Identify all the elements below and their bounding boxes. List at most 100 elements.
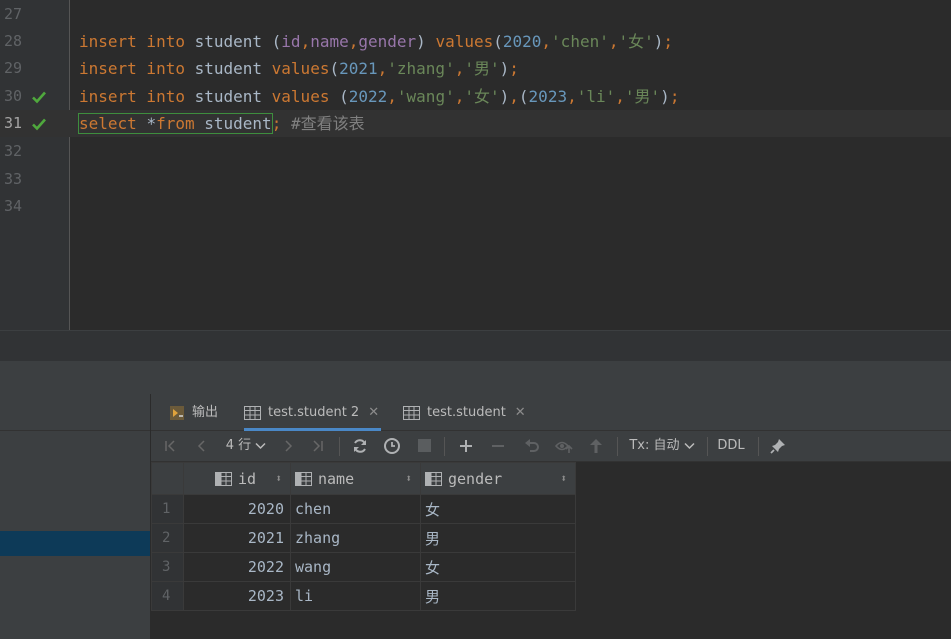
chevron-down-icon [684, 442, 695, 449]
sort-icon[interactable]: ⬍ [560, 472, 567, 485]
cell-gender[interactable]: 男 [420, 581, 576, 611]
tab-output[interactable]: 输出 [169, 394, 218, 431]
panel-header-strip [0, 361, 951, 394]
toolbar-divider [444, 437, 445, 456]
results-toolbar: 4 行 Tx: 自动 DDL [151, 431, 951, 462]
cell-gender[interactable]: 男 [420, 523, 576, 553]
header-row: id ⬍ name ⬍ gender ⬍ [151, 462, 576, 495]
line-number: 27 [3, 5, 22, 23]
submit-button[interactable] [585, 431, 607, 461]
row-number: 2 [151, 523, 184, 553]
column-icon [295, 471, 312, 486]
editor-line[interactable]: 27 [0, 1, 951, 28]
cell-name[interactable]: li [290, 581, 421, 611]
editor-line[interactable]: 33 [0, 166, 951, 193]
editor-line[interactable]: 29 insert into student values(2021,'zhan… [0, 55, 951, 82]
cell-gender[interactable]: 女 [420, 552, 576, 582]
sort-icon[interactable]: ⬍ [275, 472, 282, 485]
line-number: 28 [3, 32, 22, 50]
previous-page-button[interactable] [191, 431, 213, 461]
plus-icon [460, 439, 472, 452]
refresh-button[interactable] [349, 431, 371, 461]
row-number: 4 [151, 581, 184, 611]
results-grid[interactable]: id ⬍ name ⬍ gender ⬍ 1 2020 chen 女 2 202… [151, 462, 951, 639]
add-row-button[interactable] [455, 431, 477, 461]
cell-name[interactable]: zhang [290, 523, 421, 553]
close-icon[interactable]: ✕ [368, 405, 379, 420]
line-number: 31 [3, 114, 22, 132]
table-row[interactable]: 2 2021 zhang 男 [151, 523, 576, 553]
editor-line[interactable]: 34 [0, 193, 951, 220]
minus-icon [492, 444, 504, 447]
chevron-down-icon [255, 442, 266, 449]
toolbar-divider [707, 437, 708, 456]
cell-id[interactable]: 2020 [183, 494, 291, 524]
tab-test-student-2[interactable]: test.student 2 ✕ [244, 394, 382, 431]
cell-id[interactable]: 2022 [183, 552, 291, 582]
editor-line[interactable]: 28 insert into student (id,name,gender) … [0, 28, 951, 55]
first-page-button[interactable] [159, 431, 181, 461]
table-row[interactable]: 3 2022 wang 女 [151, 552, 576, 582]
code-text[interactable]: select *from student; #查看该表 [78, 110, 365, 137]
table-row[interactable]: 1 2020 chen 女 [151, 494, 576, 524]
line-number: 32 [3, 142, 22, 160]
table-icon [244, 405, 261, 420]
code-text[interactable]: insert into student (id,name,gender) val… [79, 28, 673, 55]
check-icon [32, 91, 46, 104]
row-number-header [151, 462, 184, 495]
tx-mode-dropdown[interactable]: Tx: 自动 [627, 431, 697, 461]
services-tree-panel[interactable] [0, 394, 151, 639]
toolbar-divider [617, 437, 618, 456]
cell-gender[interactable]: 女 [420, 494, 576, 524]
editor-line-current[interactable]: 31 select *from student; #查看该表 [0, 110, 951, 137]
results-tab-bar: 输出 test.student 2 ✕ test.student ✕ [151, 394, 951, 431]
refresh-icon [354, 438, 366, 453]
divider [0, 430, 150, 431]
tab-test-student[interactable]: test.student ✕ [403, 394, 526, 431]
code-text[interactable]: insert into student values (2022,'wang',… [79, 83, 679, 110]
column-header-name[interactable]: name ⬍ [290, 462, 421, 495]
next-page-button[interactable] [277, 431, 299, 461]
ddl-button[interactable]: DDL [715, 431, 747, 461]
tab-label: 输出 [192, 405, 219, 420]
close-icon[interactable]: ✕ [515, 405, 526, 420]
cell-id[interactable]: 2023 [183, 581, 291, 611]
preview-changes-button[interactable] [553, 431, 575, 461]
column-header-id[interactable]: id ⬍ [183, 462, 291, 495]
last-page-button[interactable] [307, 431, 329, 461]
pin-tab-button[interactable] [767, 431, 789, 461]
column-icon [425, 471, 442, 486]
revert-button[interactable] [521, 431, 543, 461]
tx-mode-label: Tx: 自动 [629, 438, 680, 453]
results-table: id ⬍ name ⬍ gender ⬍ 1 2020 chen 女 2 202… [151, 462, 576, 611]
history-button[interactable] [381, 431, 403, 461]
last-page-icon [313, 439, 323, 452]
code-editor[interactable]: 27 28 insert into student (id,name,gende… [0, 0, 951, 330]
eye-upload-icon [554, 441, 573, 453]
line-number: 33 [3, 170, 22, 188]
cell-id[interactable]: 2021 [183, 523, 291, 553]
column-header-gender[interactable]: gender ⬍ [420, 462, 576, 495]
table-icon [403, 405, 420, 420]
line-number: 30 [3, 87, 22, 105]
cell-name[interactable]: wang [290, 552, 421, 582]
toolbar-divider [758, 437, 759, 456]
check-icon [32, 118, 46, 131]
stop-button[interactable] [413, 431, 435, 461]
column-header-label: id [238, 469, 257, 488]
code-text[interactable]: insert into student values(2021,'zhang',… [79, 55, 519, 82]
sort-icon[interactable]: ⬍ [405, 472, 412, 485]
undo-icon [525, 438, 539, 452]
delete-row-button[interactable] [487, 431, 509, 461]
row-number: 3 [151, 552, 184, 582]
chevron-right-icon [285, 439, 293, 452]
editor-line[interactable]: 30 insert into student values (2022,'wan… [0, 83, 951, 110]
line-number: 29 [3, 59, 22, 77]
row-number: 1 [151, 494, 184, 524]
selected-tree-item[interactable] [0, 531, 150, 556]
cell-name[interactable]: chen [290, 494, 421, 524]
editor-line[interactable]: 32 [0, 138, 951, 165]
first-page-icon [165, 439, 175, 452]
rows-count-dropdown[interactable]: 4 行 [221, 431, 271, 461]
table-row[interactable]: 4 2023 li 男 [151, 581, 576, 611]
